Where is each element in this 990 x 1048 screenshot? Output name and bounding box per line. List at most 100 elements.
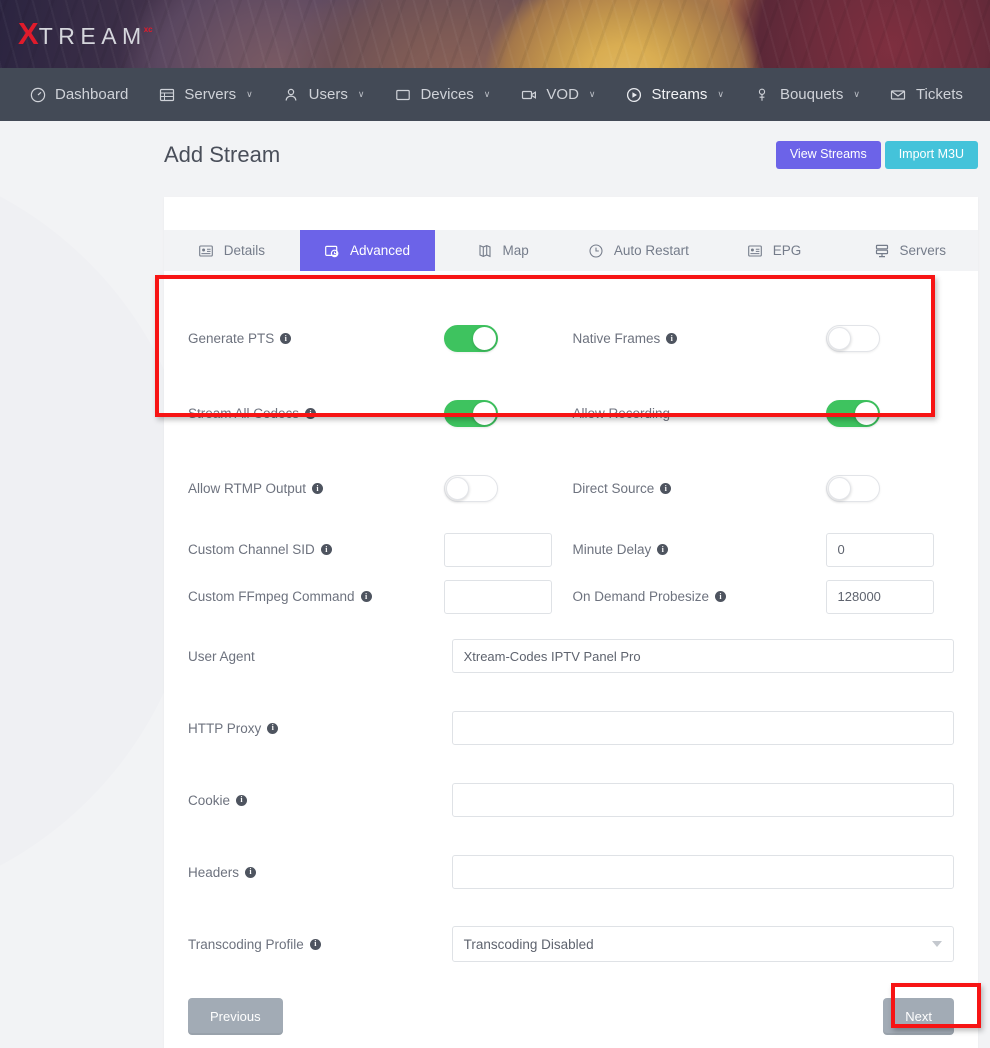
nav-item-bouquets[interactable]: Bouquets ∨ (739, 68, 875, 121)
control-direct-source (826, 475, 954, 502)
minute-delay-input[interactable] (826, 533, 934, 567)
cookie-input[interactable] (452, 783, 954, 817)
logo-x-letter: X (18, 18, 39, 49)
info-icon[interactable]: i (236, 795, 247, 806)
tab-advanced[interactable]: Advanced (300, 230, 436, 271)
label-cookie: Cookie i (188, 793, 452, 808)
control-custom-ffmpeg-command (444, 580, 572, 614)
tab-servers[interactable]: Servers (842, 230, 978, 271)
tab-label: Map (503, 243, 529, 258)
nav-label: Streams (652, 86, 708, 103)
info-icon[interactable]: i (361, 591, 372, 602)
chevron-down-icon: ∨ (246, 89, 253, 100)
control-stream-all-codecs (444, 400, 572, 427)
label-text: On Demand Probesize (572, 589, 709, 604)
bouquets-icon (754, 86, 771, 103)
label-text: Custom Channel SID (188, 542, 315, 557)
tab-label: Auto Restart (614, 243, 689, 258)
nav-item-tickets[interactable]: Tickets (875, 68, 978, 121)
nav-label: VOD (546, 86, 579, 103)
tickets-icon (890, 86, 907, 103)
toggle-knob (828, 327, 851, 350)
toggle-knob (828, 477, 851, 500)
nav-item-vod[interactable]: VOD ∨ (505, 68, 610, 121)
http-proxy-input[interactable] (452, 711, 954, 745)
info-icon[interactable]: i (305, 408, 316, 419)
form-row-custom-ffmpeg-command: Custom FFmpeg Command i On Demand Probes… (164, 573, 978, 620)
page-title: Add Stream (164, 142, 280, 168)
form-row-http-proxy: HTTP Proxy i (164, 692, 978, 764)
transcoding-profile-select[interactable]: Transcoding Disabled (452, 926, 954, 962)
info-icon[interactable]: i (657, 544, 668, 555)
label-text: Stream All Codecs (188, 406, 299, 421)
headers-input[interactable] (452, 855, 954, 889)
tab-auto-restart[interactable]: Auto Restart (571, 230, 707, 271)
nav-item-dashboard[interactable]: Dashboard (14, 68, 143, 121)
nav-item-users[interactable]: Users ∨ (268, 68, 380, 121)
users-icon (283, 86, 300, 103)
info-icon[interactable]: i (715, 591, 726, 602)
label-direct-source: Direct Source i (572, 481, 825, 496)
content-area: Add Stream View Streams Import M3U Detai… (164, 121, 990, 1048)
label-allow-recording: Allow Recording (572, 406, 825, 421)
user-agent-input[interactable] (452, 639, 954, 673)
form-tabs: Details Advanced Map (164, 230, 978, 271)
form-row-allow-rtmp-output: Allow RTMP Output i Direct Source i (164, 451, 978, 526)
label-text: Headers (188, 865, 239, 880)
control-allow-rtmp-output (444, 475, 572, 502)
custom-ffmpeg-command-input[interactable] (444, 580, 552, 614)
label-text: User Agent (188, 649, 255, 664)
info-icon[interactable]: i (660, 483, 671, 494)
form-footer: Previous Next (164, 980, 978, 1048)
dashboard-icon (29, 86, 46, 103)
previous-button[interactable]: Previous (188, 998, 283, 1035)
chevron-down-icon: ∨ (358, 89, 365, 100)
label-on-demand-probesize: On Demand Probesize i (572, 589, 825, 604)
info-icon[interactable]: i (321, 544, 332, 555)
import-m3u-button[interactable]: Import M3U (885, 141, 978, 169)
info-icon[interactable]: i (310, 939, 321, 950)
tab-details[interactable]: Details (164, 230, 300, 271)
toggle-allow-recording[interactable] (826, 400, 880, 427)
chevron-down-icon: ∨ (484, 89, 491, 100)
label-allow-rtmp-output: Allow RTMP Output i (188, 481, 444, 496)
form-row-custom-channel-sid: Custom Channel SID i Minute Delay i (164, 526, 978, 573)
view-streams-button[interactable]: View Streams (776, 141, 881, 169)
label-generate-pts: Generate PTS i (188, 331, 444, 346)
nav-item-servers[interactable]: Servers ∨ (143, 68, 267, 121)
tab-label: Servers (899, 243, 946, 258)
info-icon[interactable]: i (312, 483, 323, 494)
label-headers: Headers i (188, 865, 452, 880)
epg-icon (748, 243, 763, 258)
nav-item-streams[interactable]: Streams ∨ (611, 68, 739, 121)
streams-icon (626, 86, 643, 103)
next-button[interactable]: Next (883, 998, 954, 1035)
logo-superscript: xc (144, 25, 153, 34)
toggle-direct-source[interactable] (826, 475, 880, 502)
devices-icon (394, 86, 411, 103)
toggle-allow-rtmp-output[interactable] (444, 475, 498, 502)
label-native-frames: Native Frames i (572, 331, 825, 346)
custom-channel-sid-input[interactable] (444, 533, 552, 567)
nav-item-devices[interactable]: Devices ∨ (379, 68, 505, 121)
nav-label: Dashboard (55, 86, 128, 103)
advanced-icon (325, 243, 340, 258)
toggle-native-frames[interactable] (826, 325, 880, 352)
card-top-spacer (164, 197, 978, 230)
info-icon[interactable]: i (245, 867, 256, 878)
control-generate-pts (444, 325, 572, 352)
nav-label: Bouquets (780, 86, 843, 103)
transcoding-profile-select-wrapper: Transcoding Disabled (452, 926, 954, 962)
control-minute-delay (826, 533, 954, 567)
info-icon[interactable]: i (280, 333, 291, 344)
toggle-stream-all-codecs[interactable] (444, 400, 498, 427)
info-icon[interactable]: i (267, 723, 278, 734)
tab-epg[interactable]: EPG (707, 230, 843, 271)
toggle-generate-pts[interactable] (444, 325, 498, 352)
form-row-cookie: Cookie i (164, 764, 978, 836)
info-icon[interactable]: i (666, 333, 677, 344)
xtream-logo[interactable]: X TREAM xc (18, 18, 156, 49)
tab-map[interactable]: Map (435, 230, 571, 271)
on-demand-probesize-input[interactable] (826, 580, 934, 614)
chevron-down-icon: ∨ (853, 89, 860, 100)
